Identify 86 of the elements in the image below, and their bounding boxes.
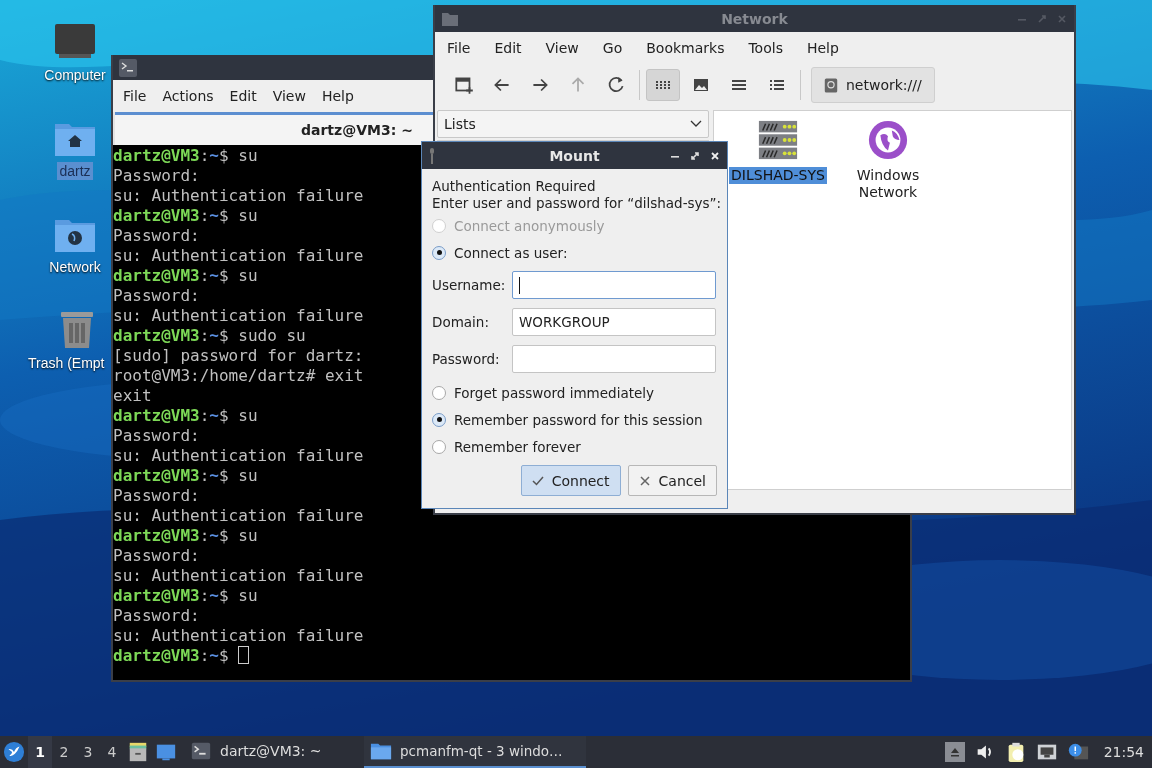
text-field[interactable] [512, 271, 716, 299]
terminal-line: Password: [113, 606, 200, 626]
eject-icon[interactable] [944, 742, 965, 762]
file-cabinet-icon[interactable] [127, 741, 149, 763]
window-title: Mount [549, 147, 600, 164]
menu-item[interactable]: View [537, 40, 587, 56]
taskbar-window-button[interactable]: dartz@VM3: ~ [184, 736, 364, 768]
start-menu-icon[interactable] [3, 741, 25, 763]
terminal-line: Password: [113, 486, 200, 506]
field-label: Username: [432, 277, 507, 293]
terminal-line: dartz@VM3:~$ su [113, 586, 258, 606]
desktop-icon-label[interactable]: Network [47, 258, 103, 276]
radio-label[interactable]: Remember forever [454, 438, 581, 455]
file-item-label[interactable]: Windows Network [838, 167, 938, 201]
terminal-line: su: Authentication failure [113, 306, 364, 326]
terminal-line: dartz@VM3:~$ su [113, 406, 258, 426]
grid-view-button[interactable] [646, 69, 680, 101]
menu-item[interactable]: Edit [486, 40, 530, 56]
radio-button[interactable] [432, 245, 446, 260]
close-icon[interactable] [709, 149, 721, 162]
menu-item[interactable]: Tools [740, 40, 791, 56]
menu-item[interactable]: Go [594, 40, 631, 56]
text-field[interactable] [512, 345, 716, 373]
menu-item[interactable]: File [439, 40, 479, 56]
radio-button[interactable] [432, 439, 446, 454]
terminal-line: dartz@VM3:~$ su [113, 146, 258, 166]
chevron-down-icon [690, 120, 702, 128]
checkmark-icon [531, 474, 544, 487]
terminal-line: dartz@VM3:~$ su [113, 526, 258, 546]
radio-label[interactable]: Connect as user: [454, 244, 568, 261]
terminal-line: Password: [113, 426, 200, 446]
taskbar-window-button[interactable]: pcmanfm-qt - 3 windo… [364, 736, 586, 768]
dialog-heading: Authentication Required [432, 178, 597, 195]
menu-item[interactable]: Actions [154, 88, 222, 104]
terminal-line: dartz@VM3:~$ [113, 646, 250, 666]
terminal-icon [119, 58, 137, 77]
terminal-line: Password: [113, 286, 200, 306]
field-label: Domain: [432, 314, 490, 330]
location-button[interactable]: network:/// [811, 67, 935, 103]
side-pane-dropdown[interactable]: Lists [437, 110, 709, 138]
terminal-line: Password: [113, 546, 200, 566]
terminal-line: dartz@VM3:~$ sudo su [113, 326, 306, 346]
desktop-icon-label[interactable]: dartz [57, 162, 93, 180]
terminal-line: su: Authentication failure [113, 186, 364, 206]
server-icon[interactable] [757, 119, 799, 161]
terminal-line: dartz@VM3:~$ su [113, 466, 258, 486]
menu-item[interactable]: Help [313, 88, 362, 104]
text-field[interactable]: WORKGROUP [512, 308, 716, 336]
terminal-line: su: Authentication failure [113, 626, 364, 646]
menu-item[interactable]: Bookmarks [638, 40, 733, 56]
workspace-button[interactable]: 3 [76, 736, 100, 768]
terminal-line: su: Authentication failure [113, 506, 364, 526]
terminal-line: dartz@VM3:~$ su [113, 206, 258, 226]
network-drive-icon [824, 76, 838, 94]
key-icon [428, 146, 436, 165]
workspace-button[interactable]: 1 [28, 736, 52, 768]
workspace-button[interactable]: 4 [100, 736, 124, 768]
menu-item[interactable]: Edit [221, 88, 265, 104]
terminal-line: exit [113, 386, 152, 406]
terminal-line: Password: [113, 226, 200, 246]
workspace-button[interactable]: 2 [52, 736, 76, 768]
terminal-line: Password: [113, 166, 200, 186]
field-label: Password: [432, 351, 501, 367]
menu-item[interactable]: Help [798, 40, 847, 56]
terminal-line: su: Authentication failure [113, 566, 364, 586]
globe-icon[interactable] [867, 119, 909, 161]
desktop-icon-label[interactable]: Trash (Empt [26, 354, 107, 372]
x-icon [638, 474, 651, 487]
terminal-icon [190, 740, 212, 762]
window-title: Network [721, 10, 788, 27]
terminal-line: dartz@VM3:~$ su [113, 266, 258, 286]
radio-label[interactable]: Forget password immediately [454, 384, 654, 401]
cancel-button[interactable]: Cancel [627, 465, 717, 496]
connect-button[interactable]: Connect [520, 465, 621, 496]
menu-item[interactable]: File [115, 88, 155, 104]
terminal-line: su: Authentication failure [113, 246, 364, 266]
menu-item[interactable]: View [264, 88, 314, 104]
radio-button[interactable] [432, 412, 446, 427]
radio-button[interactable] [432, 385, 446, 400]
file-item-label[interactable]: DILSHAD-SYS [729, 167, 827, 184]
terminal-line: su: Authentication failure [113, 446, 364, 466]
maximize-icon[interactable] [689, 149, 701, 162]
radio-label[interactable]: Remember password for this session [454, 411, 703, 428]
terminal-line: [sudo] password for dartz: [113, 346, 364, 366]
clock: 21:54 [1103, 744, 1144, 760]
terminal-line: root@VM3:/home/dartz# exit [113, 366, 364, 386]
